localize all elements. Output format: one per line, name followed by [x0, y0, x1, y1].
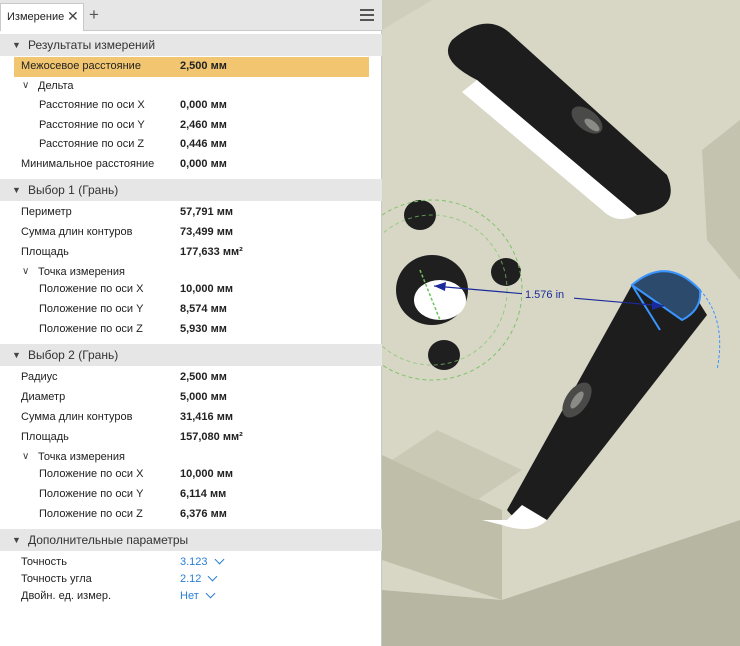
row-label: Диаметр	[21, 391, 66, 403]
menu-icon[interactable]	[360, 9, 374, 21]
row-value: 10,000 мм	[180, 283, 233, 295]
row-dy[interactable]: Расстояние по оси Y 2,460 мм	[0, 116, 382, 136]
row-loops[interactable]: Сумма длин контуров 31,416 мм	[0, 408, 382, 428]
row-value: 2,500 мм	[180, 371, 227, 383]
row-label: Точка измерения	[38, 266, 125, 278]
row-label: Минимальное расстояние	[21, 158, 155, 170]
collapse-icon: ▼	[12, 350, 21, 360]
row-value: 0,000 мм	[180, 158, 227, 170]
row-label: Площадь	[21, 431, 69, 443]
collapse-icon: ▼	[12, 185, 21, 195]
section-results-header[interactable]: ▼ Результаты измерений	[0, 34, 382, 56]
chevron-down-icon: ∨	[22, 80, 30, 91]
precision-dropdown[interactable]: 3.123	[180, 554, 224, 568]
row-radius[interactable]: Радиус 2,500 мм	[0, 368, 382, 388]
row-px[interactable]: Положение по оси X 10,000 мм	[0, 280, 382, 300]
row-value: 2,500 мм	[180, 60, 227, 72]
row-value: 57,791 мм	[180, 206, 233, 218]
tab-label: Измерение	[7, 11, 65, 23]
row-center-distance[interactable]: Межосевое расстояние 2,500 мм	[0, 57, 382, 77]
row-label: Точность угла	[21, 573, 92, 585]
row-dx[interactable]: Расстояние по оси X 0,000 мм	[0, 96, 382, 116]
dual-units-dropdown[interactable]: Нет	[180, 588, 216, 602]
dimension-label: 1.576 in	[525, 289, 565, 301]
row-diameter[interactable]: Диаметр 5,000 мм	[0, 388, 382, 408]
row-label: Положение по оси Y	[39, 488, 144, 500]
row-dz[interactable]: Расстояние по оси Z 0,446 мм	[0, 135, 382, 155]
model-view	[382, 0, 740, 646]
chevron-down-icon: ∨	[22, 266, 30, 277]
row-label: Межосевое расстояние	[21, 60, 141, 72]
hole	[428, 340, 460, 370]
row-label: Периметр	[21, 206, 72, 218]
chevron-down-icon	[207, 571, 218, 582]
dropdown-value: 2.12	[180, 573, 202, 585]
row-pz[interactable]: Положение по оси Z 5,930 мм	[0, 320, 382, 340]
row-value: 5,930 мм	[180, 323, 227, 335]
dropdown-value: 3.123	[180, 556, 208, 568]
row-value: 31,416 мм	[180, 411, 233, 423]
row-value: 8,574 мм	[180, 303, 227, 315]
row-py[interactable]: Положение по оси Y 8,574 мм	[0, 300, 382, 320]
row-value: 2,460 мм	[180, 119, 227, 131]
row-perimeter[interactable]: Периметр 57,791 мм	[0, 203, 382, 223]
row-px[interactable]: Положение по оси X 10,000 мм	[0, 465, 382, 485]
row-dual-units[interactable]: Двойн. ед. измер. Нет	[0, 587, 382, 607]
row-value: 6,376 мм	[180, 508, 227, 520]
row-label: Положение по оси X	[39, 283, 144, 295]
row-area[interactable]: Площадь 157,080 мм²	[0, 428, 382, 448]
row-label: Расстояние по оси X	[39, 99, 145, 111]
row-label: Расстояние по оси Z	[39, 138, 145, 150]
row-label: Площадь	[21, 246, 69, 258]
row-label: Сумма длин контуров	[21, 226, 133, 238]
section-title: Выбор 2 (Грань)	[28, 348, 119, 362]
section-title: Результаты измерений	[28, 38, 156, 52]
section-sel1-header[interactable]: ▼ Выбор 1 (Грань)	[0, 179, 382, 201]
row-value: 0,446 мм	[180, 138, 227, 150]
row-py[interactable]: Положение по оси Y 6,114 мм	[0, 485, 382, 505]
section-sel2-header[interactable]: ▼ Выбор 2 (Грань)	[0, 344, 382, 366]
row-value: 5,000 мм	[180, 391, 227, 403]
row-label: Радиус	[21, 371, 58, 383]
row-value: 10,000 мм	[180, 468, 233, 480]
row-pz[interactable]: Положение по оси Z 6,376 мм	[0, 505, 382, 525]
tab-bar: Измерение ✕ +	[0, 0, 382, 31]
collapse-icon: ▼	[12, 40, 21, 50]
hole	[491, 258, 521, 286]
row-value: 6,114 мм	[180, 488, 227, 500]
section-title: Дополнительные параметры	[28, 533, 189, 547]
row-value: 73,499 мм	[180, 226, 233, 238]
row-label: Положение по оси Y	[39, 303, 144, 315]
row-min-distance[interactable]: Минимальное расстояние 0,000 мм	[0, 155, 382, 175]
row-label: Положение по оси X	[39, 468, 144, 480]
tab-measure[interactable]: Измерение ✕	[0, 3, 84, 31]
row-delta[interactable]: ∨ Дельта	[0, 77, 382, 97]
row-label: Положение по оси Z	[39, 508, 143, 520]
row-label: Сумма длин контуров	[21, 411, 133, 423]
close-icon[interactable]: ✕	[67, 9, 79, 23]
row-area[interactable]: Площадь 177,633 мм²	[0, 243, 382, 263]
section-title: Выбор 1 (Грань)	[28, 183, 119, 197]
row-loops[interactable]: Сумма длин контуров 73,499 мм	[0, 223, 382, 243]
section-params-header[interactable]: ▼ Дополнительные параметры	[0, 529, 382, 551]
row-value: 157,080 мм²	[180, 431, 243, 443]
angle-precision-dropdown[interactable]: 2.12	[180, 571, 218, 585]
row-label: Расстояние по оси Y	[39, 119, 145, 131]
row-label: Дельта	[38, 80, 74, 92]
chevron-down-icon	[205, 588, 216, 599]
row-label: Положение по оси Z	[39, 323, 143, 335]
chevron-down-icon: ∨	[22, 451, 30, 462]
row-label: Точность	[21, 556, 67, 568]
chevron-down-icon	[214, 554, 224, 565]
row-value: 0,000 мм	[180, 99, 227, 111]
row-label: Точка измерения	[38, 451, 125, 463]
dropdown-value: Нет	[180, 590, 199, 602]
measure-panel: Измерение ✕ + ▼ Результаты измерений Меж…	[0, 0, 382, 646]
add-tab-icon[interactable]: +	[89, 6, 99, 23]
row-value: 177,633 мм²	[180, 246, 243, 258]
collapse-icon: ▼	[12, 535, 21, 545]
row-label: Двойн. ед. измер.	[21, 590, 112, 602]
3d-viewport[interactable]: 1.576 in	[382, 0, 740, 646]
